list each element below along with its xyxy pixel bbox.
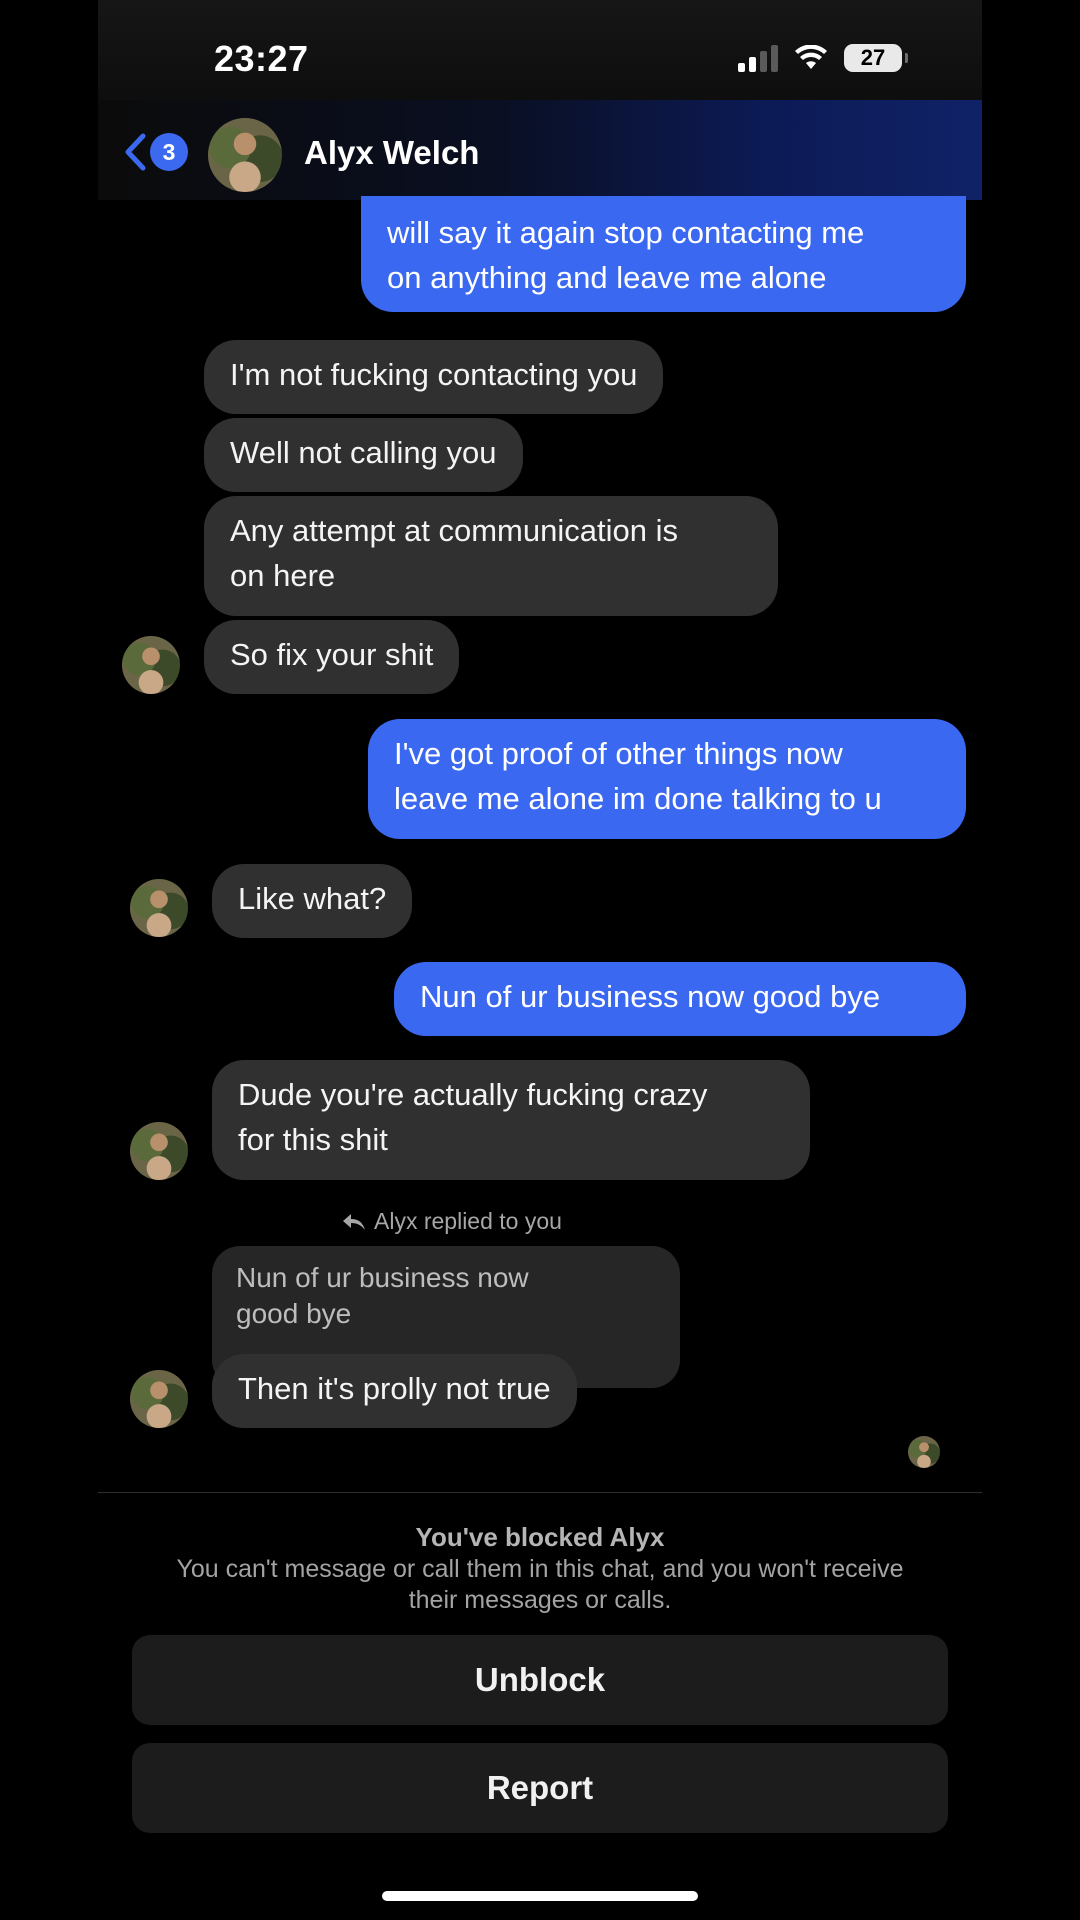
message-bubble-outgoing[interactable]: Nun of ur business now good bye — [394, 962, 966, 1036]
message-bubble-incoming[interactable]: Any attempt at communication is on here — [204, 496, 778, 616]
blocked-title: You've blocked Alyx — [415, 1522, 665, 1552]
message-bubble-incoming[interactable]: Like what? — [212, 864, 413, 938]
sender-avatar[interactable] — [130, 879, 188, 937]
cellular-signal-icon — [738, 44, 778, 72]
read-receipt-avatar — [908, 1436, 940, 1468]
message-bubble-incoming[interactable]: I'm not fucking contacting you — [204, 340, 664, 414]
wifi-icon — [795, 45, 827, 69]
unread-count-badge: 3 — [150, 133, 188, 171]
message-line: on here — [230, 558, 336, 593]
quoted-line: good bye — [236, 1298, 352, 1329]
message-line: leave me alone im done talking to u — [394, 781, 882, 816]
message-line: Like what? — [238, 881, 387, 916]
message-line: Dude you're actually fucking crazy — [238, 1077, 708, 1112]
status-time: 23:27 — [214, 38, 309, 79]
message-line: Well not calling you — [230, 435, 497, 470]
message-line: I've got proof of other things now — [394, 736, 843, 771]
message-line: I'm not fucking contacting you — [230, 357, 638, 392]
message-bubble-outgoing[interactable]: I've got proof of other things now leave… — [368, 719, 966, 839]
chevron-left-icon — [125, 133, 146, 171]
message-line: Nun of ur business now good bye — [420, 979, 881, 1014]
back-button[interactable]: 3 — [122, 132, 188, 172]
battery-level: 27 — [860, 45, 886, 70]
report-button[interactable]: Report — [132, 1743, 948, 1833]
contact-name[interactable]: Alyx Welch — [304, 134, 479, 172]
status-icons: 27 — [738, 44, 908, 72]
message-line: will say it again stop contacting me — [387, 215, 865, 250]
message-bubble-incoming[interactable]: Well not calling you — [204, 418, 523, 492]
quoted-line: Nun of ur business now — [236, 1262, 529, 1293]
contact-avatar[interactable] — [208, 118, 282, 192]
reply-label-text: Alyx replied to you — [374, 1208, 562, 1234]
message-bubble-incoming[interactable]: Dude you're actually fucking crazy for t… — [212, 1060, 810, 1180]
unblock-button[interactable]: Unblock — [132, 1635, 948, 1725]
divider — [98, 1492, 982, 1493]
blocked-description: You can't message or call them in this c… — [176, 1555, 904, 1614]
reply-indicator: Alyx replied to you — [342, 1208, 562, 1235]
message-line: on anything and leave me alone — [387, 260, 827, 295]
message-bubble-incoming[interactable]: Then it's prolly not true — [212, 1354, 577, 1428]
battery-icon: 27 — [844, 44, 908, 72]
message-line: Then it's prolly not true — [238, 1371, 551, 1406]
sender-avatar[interactable] — [130, 1370, 188, 1428]
message-line: So fix your shit — [230, 637, 434, 672]
reply-arrow-icon — [343, 1213, 365, 1230]
message-bubble-incoming[interactable]: So fix your shit — [204, 620, 460, 694]
message-line: for this shit — [238, 1122, 388, 1157]
message-line: Any attempt at communication is — [230, 513, 678, 548]
sender-avatar[interactable] — [130, 1122, 188, 1180]
screen: 23:27 27 3 Alyx Welch will say it again … — [0, 0, 1080, 1920]
chat-screen: 23:27 27 3 Alyx Welch will say it again … — [98, 0, 982, 1920]
message-bubble-outgoing[interactable]: will say it again stop contacting me on … — [361, 196, 966, 312]
sender-avatar[interactable] — [122, 636, 180, 694]
home-indicator[interactable] — [382, 1891, 698, 1901]
